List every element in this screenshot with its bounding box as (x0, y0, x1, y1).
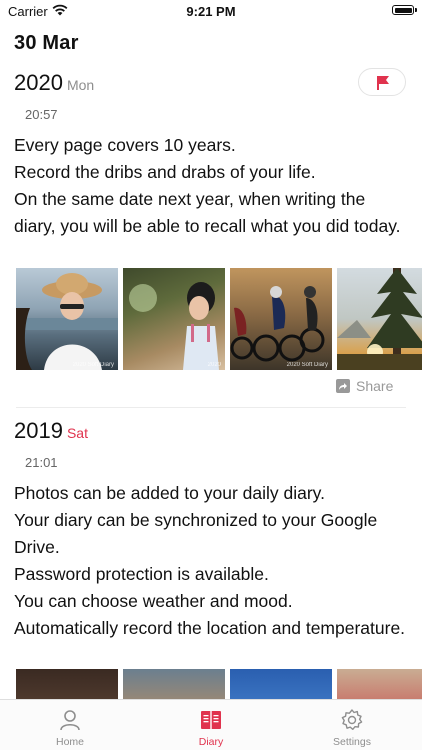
cyclists-icon (230, 286, 325, 362)
status-bar: Carrier 9:21 PM (0, 0, 422, 24)
entry-weekday: Sat (66, 425, 88, 441)
gear-icon (341, 709, 363, 730)
tab-settings[interactable]: Settings (282, 700, 422, 751)
photo-watermark: 2020 Soft Diary (286, 362, 328, 368)
photo-thumbnail[interactable]: 2020 (123, 268, 225, 370)
tab-label: Settings (333, 736, 371, 748)
photo-thumbnail[interactable] (337, 268, 422, 370)
entry-text-content: Every page covers 10 years. Record the d… (14, 135, 401, 236)
photo-thumbnail[interactable]: 2020 Soft Diary (16, 268, 118, 370)
photo-strip[interactable]: 2020 Soft Diary 2020 2020 Soft Diary (16, 268, 422, 370)
entry-weekday: Mon (66, 77, 95, 93)
share-icon (336, 379, 350, 393)
entry-year: 2019 (14, 418, 63, 443)
photo-watermark: 2020 (207, 362, 221, 368)
share-label: Share (356, 378, 394, 394)
tab-bar: Home Diary Settings (0, 699, 422, 750)
photo-thumbnail[interactable]: 2020 Soft Diary (230, 268, 332, 370)
tab-label: Diary (198, 736, 224, 748)
battery-icon (392, 5, 414, 15)
book-icon (201, 711, 221, 729)
child-outdoors-icon (129, 282, 219, 370)
forest-sunset-icon (337, 268, 422, 370)
person-icon (60, 710, 80, 731)
tab-home[interactable]: Home (0, 700, 140, 751)
flag-button[interactable] (358, 68, 406, 96)
tab-diary[interactable]: Diary (141, 700, 281, 751)
entry-year: 2020 (14, 70, 63, 95)
entry-time: 21:01 (25, 455, 58, 470)
tab-label: Home (55, 736, 84, 748)
girl-straw-hat-icon (16, 273, 118, 370)
photo-thumbnail[interactable] (123, 669, 225, 699)
page-title: 30 Mar (14, 32, 79, 54)
status-time: 9:21 PM (186, 4, 236, 19)
photo-thumbnail[interactable] (230, 669, 332, 699)
entry-text[interactable]: Every page covers 10 years. Record the d… (14, 132, 410, 264)
photo-thumbnail[interactable] (16, 669, 118, 699)
photo-watermark: 2020 Soft Diary (72, 362, 114, 368)
entry-year-heading: 2019 Sat (14, 418, 88, 444)
entry-text-content: Photos can be added to your daily diary.… (14, 483, 406, 638)
photo-strip[interactable] (16, 669, 422, 699)
entry-text[interactable]: Photos can be added to your daily diary.… (14, 480, 410, 668)
entry-time: 20:57 (25, 107, 58, 122)
entry-divider (16, 407, 406, 408)
flag-icon (377, 76, 389, 90)
photo-thumbnail[interactable] (337, 669, 422, 699)
entry-year-heading: 2020 Mon (14, 70, 94, 96)
